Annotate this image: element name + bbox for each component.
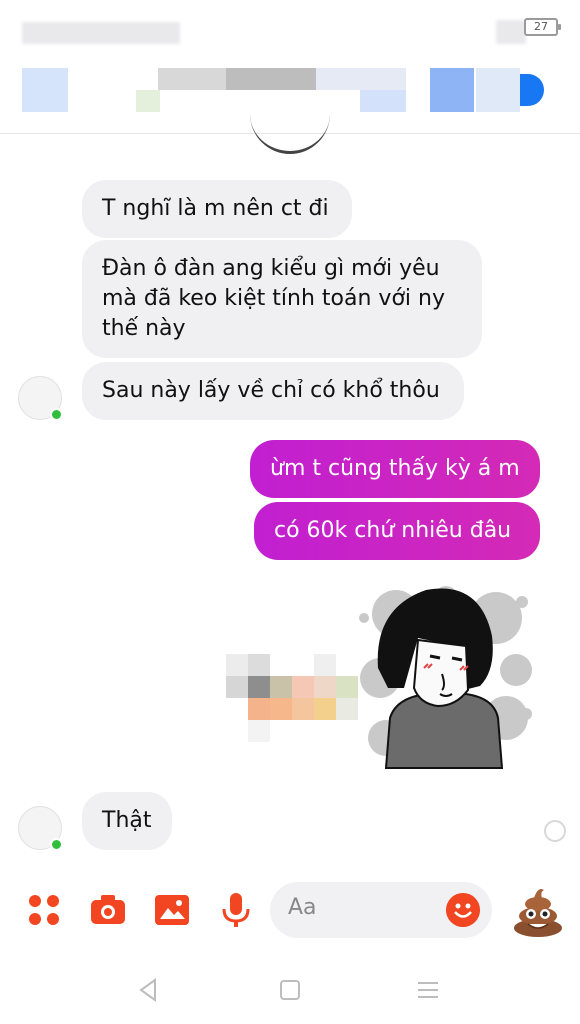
message-bubble-incoming[interactable]: Sau này lấy về chỉ có khổ thôu xyxy=(82,362,464,420)
blurred-status-info xyxy=(22,22,180,44)
blurred-status xyxy=(360,90,406,112)
microphone-icon[interactable] xyxy=(216,890,256,930)
blurred-contact-name-part xyxy=(226,68,316,90)
back-icon[interactable] xyxy=(22,68,68,112)
emoji-icon[interactable] xyxy=(446,893,480,927)
status-bar: 27 xyxy=(0,0,580,60)
read-receipt-icon xyxy=(544,820,566,842)
message-bubble-outgoing[interactable]: ừm t cũng thấy kỳ á m xyxy=(250,440,540,498)
battery-icon: 27 xyxy=(524,18,561,36)
recents-icon[interactable] xyxy=(414,976,442,1004)
blurred-signal xyxy=(496,20,526,44)
gallery-icon[interactable] xyxy=(152,890,192,930)
battery-level: 27 xyxy=(534,20,548,33)
message-bubble-incoming[interactable]: Đàn ô đàn ang kiểu gì mới yêu mà đã keo … xyxy=(82,240,482,358)
message-bubble-incoming[interactable]: T nghĩ là m nên ct đi xyxy=(82,180,352,238)
message-composer: Aa xyxy=(0,868,580,956)
info-icon[interactable] xyxy=(520,74,544,106)
message-text: Đàn ô đàn ang kiểu gì mới yêu mà đã keo … xyxy=(102,256,445,341)
contact-avatar[interactable] xyxy=(18,806,63,851)
message-bubble-outgoing[interactable]: có 60k chứ nhiêu đâu xyxy=(254,502,540,560)
blurred-status xyxy=(136,90,160,112)
contact-avatar[interactable] xyxy=(18,376,63,421)
home-icon[interactable] xyxy=(276,976,304,1004)
message-text: Sau này lấy về chỉ có khổ thôu xyxy=(102,378,440,403)
online-indicator xyxy=(50,408,63,421)
online-indicator xyxy=(50,838,63,851)
apps-icon[interactable] xyxy=(24,890,64,930)
sticker-girl-image[interactable] xyxy=(356,578,532,774)
message-bubble-incoming[interactable]: Thật xyxy=(82,792,172,850)
contact-avatar-partial xyxy=(250,108,330,154)
message-input[interactable]: Aa xyxy=(270,882,492,938)
message-text: T nghĩ là m nên ct đi xyxy=(102,196,329,221)
blurred-contact-name xyxy=(158,68,226,90)
message-text: Thật xyxy=(102,808,152,833)
blurred-contact-name-part xyxy=(316,68,406,90)
message-text: ừm t cũng thấy kỳ á m xyxy=(270,456,520,481)
system-nav-bar xyxy=(0,956,580,1024)
video-call-icon[interactable] xyxy=(476,68,520,112)
message-input-placeholder: Aa xyxy=(288,895,317,920)
call-icon[interactable] xyxy=(430,68,474,112)
back-icon[interactable] xyxy=(135,976,163,1004)
censored-region xyxy=(226,654,366,742)
message-text: có 60k chứ nhiêu đâu xyxy=(274,518,512,543)
camera-icon[interactable] xyxy=(88,890,128,930)
poo-emoji-icon[interactable] xyxy=(510,882,566,938)
